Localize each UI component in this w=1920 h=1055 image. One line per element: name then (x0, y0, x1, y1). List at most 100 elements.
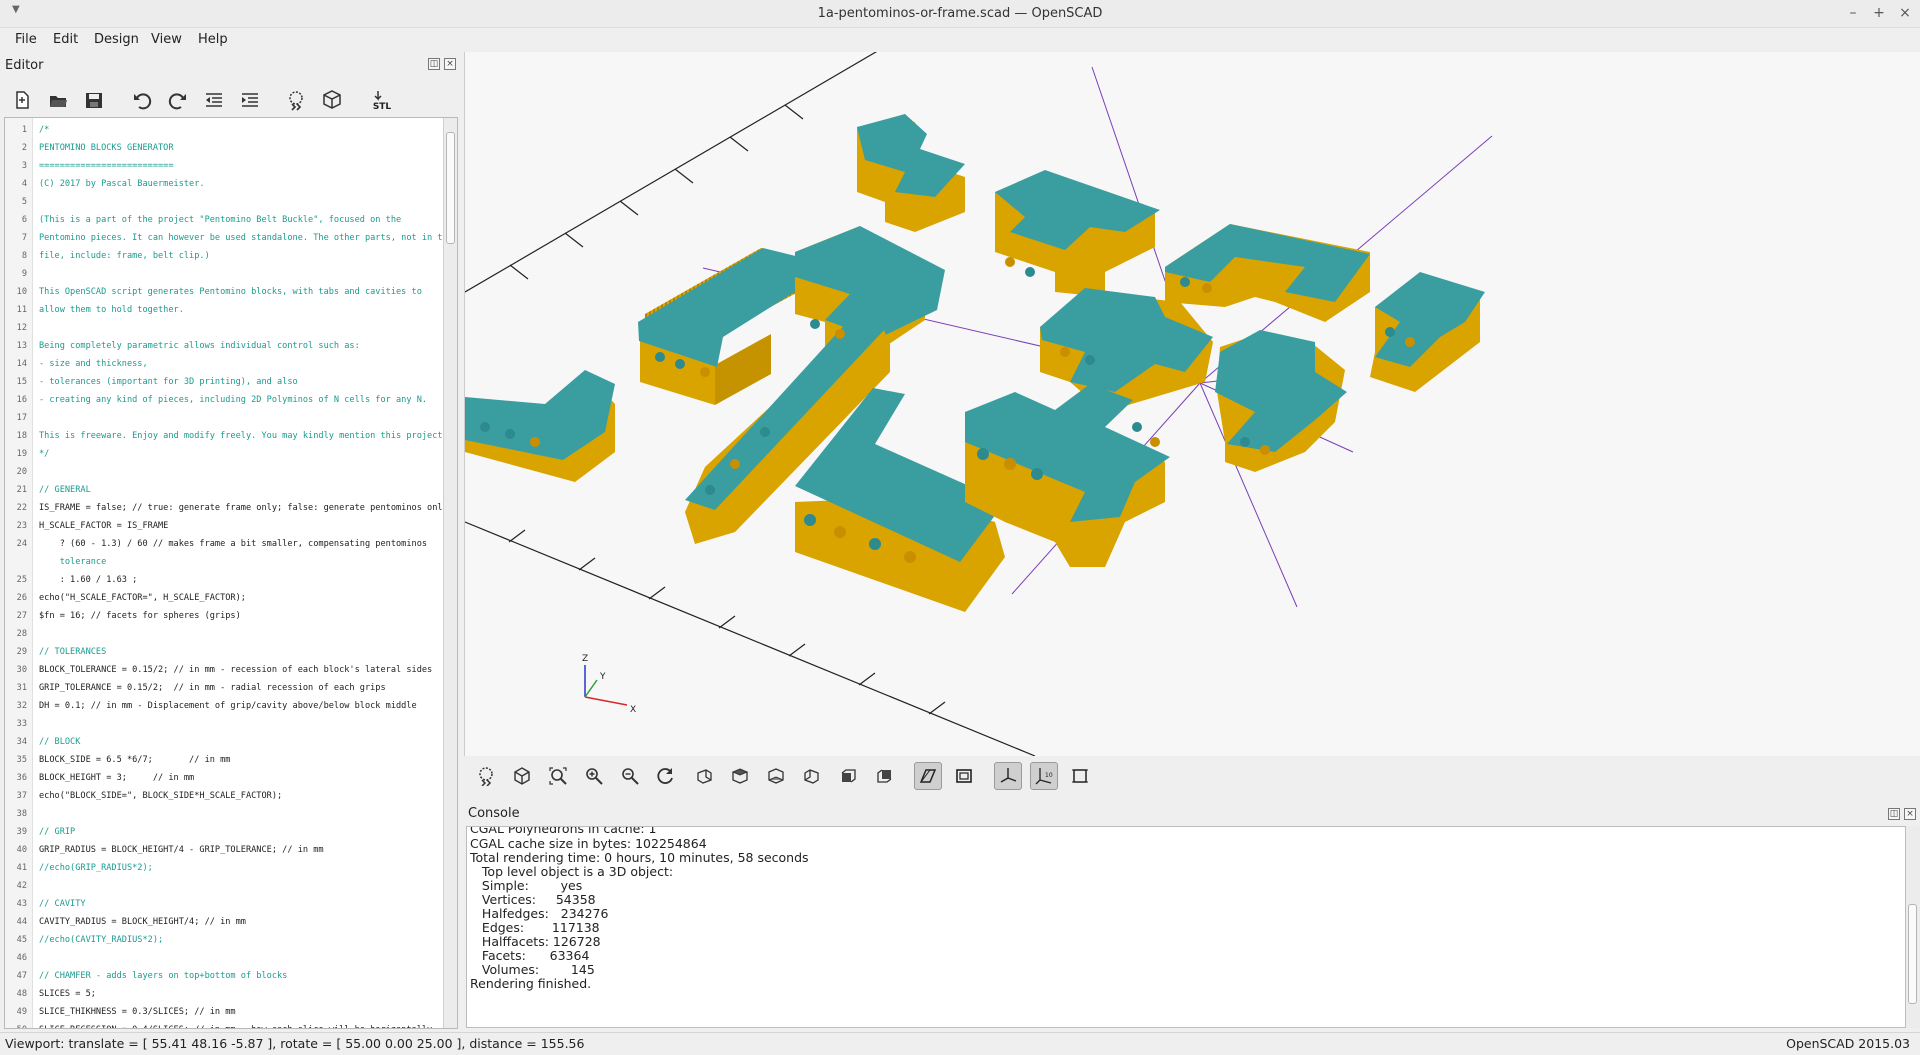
menu-view[interactable]: View (151, 32, 182, 47)
new-file-icon[interactable] (8, 86, 36, 114)
line-number: 15 (16, 377, 27, 387)
line-number: 22 (16, 503, 27, 513)
code-line: 42 (5, 877, 445, 895)
line-number: 28 (16, 629, 27, 639)
code-line: 34 // BLOCK (5, 733, 445, 751)
undo-icon[interactable] (128, 86, 156, 114)
menu-help[interactable]: Help (198, 32, 228, 47)
code-line: 18 This is freeware. Enjoy and modify fre… (5, 427, 448, 445)
code-text: // TOLERANCES (39, 647, 107, 657)
export-stl-icon[interactable]: STL (366, 86, 398, 114)
code-line: 12 (5, 319, 445, 337)
code-text: SLICE_RECESSION = 0.4/SLICES; // in mm -… (39, 1021, 432, 1028)
line-number: 33 (16, 719, 27, 729)
line-number: 48 (16, 989, 27, 999)
view-all-icon[interactable] (544, 762, 572, 790)
code-text: // GENERAL (39, 485, 91, 495)
code-editor[interactable]: 1 /* 2 PENTOMINO BLOCKS GENERATOR 3 =========… (4, 117, 458, 1029)
reset-view-icon[interactable] (652, 762, 680, 790)
maximize-button[interactable]: + (1870, 4, 1888, 22)
line-number: 44 (16, 917, 27, 927)
menu-design[interactable]: Design (94, 32, 139, 47)
view-right-icon[interactable] (690, 762, 718, 790)
orthogonal-icon[interactable] (950, 762, 978, 790)
render-icon[interactable] (318, 86, 346, 114)
float-console-button[interactable]: ◫ (1888, 808, 1900, 820)
pentomino-u (1165, 224, 1370, 322)
code-text: IS_FRAME = false; // true: generate fram… (39, 503, 448, 513)
console-scroll-thumb[interactable] (1908, 904, 1917, 1004)
view-back-icon[interactable] (870, 762, 898, 790)
close-editor-button[interactable]: × (444, 58, 456, 70)
console-output[interactable]: CGAL Polyhedrons in cache: 1 CGAL cache … (466, 826, 1906, 1028)
save-icon[interactable] (80, 86, 108, 114)
perspective-icon[interactable] (914, 762, 942, 790)
line-number: 1 (21, 125, 27, 135)
code-text: echo("BLOCK_SIDE=", BLOCK_SIDE*H_SCALE_F… (39, 791, 283, 801)
line-number: 39 (16, 827, 27, 837)
console-scrollbar[interactable] (1906, 826, 1920, 1028)
code-text: // CHAMFER - adds layers on top+bottom o… (39, 971, 288, 981)
code-text: GRIP_TOLERANCE = 0.15/2; // in mm - radi… (39, 683, 386, 693)
code-text: - tolerances (important for 3D printing)… (39, 377, 298, 387)
console-line: Top level object is a 3D object: (470, 864, 674, 879)
code-text: DH = 0.1; // in mm - Displacement of gri… (39, 701, 417, 711)
console-line: Simple: yes (470, 878, 583, 893)
float-editor-button[interactable]: ◫ (428, 58, 440, 70)
minimize-button[interactable]: – (1844, 4, 1862, 22)
line-number: 42 (16, 881, 27, 891)
code-text: H_SCALE_FACTOR = IS_FRAME (39, 521, 169, 531)
open-file-icon[interactable] (44, 86, 72, 114)
render-icon[interactable] (508, 762, 536, 790)
show-edges-icon[interactable] (1066, 762, 1094, 790)
unindent-icon[interactable] (200, 86, 228, 114)
editor-scroll-thumb[interactable] (446, 132, 455, 244)
zoom-in-icon[interactable] (580, 762, 608, 790)
code-line: 1 /* (5, 121, 445, 139)
code-line: 50 SLICE_RECESSION = 0.4/SLICES; // in mm… (5, 1021, 445, 1028)
code-line: 48 SLICES = 5; (5, 985, 445, 1003)
close-button[interactable]: × (1896, 4, 1914, 22)
code-text: allow them to hold together. (39, 305, 184, 315)
close-console-button[interactable]: × (1904, 808, 1916, 820)
line-number: 41 (16, 863, 27, 873)
zoom-out-icon[interactable] (616, 762, 644, 790)
view-top-icon[interactable] (726, 762, 754, 790)
svg-text:10: 10 (1045, 772, 1053, 779)
show-scale-icon[interactable]: 10 (1030, 762, 1058, 790)
code-text: BLOCK_SIDE = 6.5 *6/7; // in mm (39, 755, 231, 765)
code-line: 35 BLOCK_SIDE = 6.5 *6/7; // in mm (5, 751, 445, 769)
code-text: GRIP_RADIUS = BLOCK_HEIGHT/4 - GRIP_TOLE… (39, 845, 324, 855)
console-line: CGAL Polyhedrons in cache: 1 (470, 826, 657, 836)
redo-icon[interactable] (164, 86, 192, 114)
code-line: 46 (5, 949, 445, 967)
indent-icon[interactable] (236, 86, 264, 114)
menu-edit[interactable]: Edit (53, 32, 78, 47)
code-line: 22 IS_FRAME = false; // true: generate fr… (5, 499, 448, 517)
code-line: 14 - size and thickness, (5, 355, 445, 373)
code-line: 20 (5, 463, 445, 481)
view-left-icon[interactable] (798, 762, 826, 790)
code-text: //echo(GRIP_RADIUS*2); (39, 863, 153, 873)
line-number: 13 (16, 341, 27, 351)
console-line: Rendering finished. (470, 976, 592, 991)
menu-file[interactable]: File (15, 32, 37, 47)
view-bottom-icon[interactable] (762, 762, 790, 790)
preview-icon[interactable] (282, 86, 310, 114)
show-axes-icon[interactable] (994, 762, 1022, 790)
editor-title: Editor (5, 58, 44, 73)
code-text: tolerance (39, 557, 107, 567)
line-number: 10 (16, 287, 27, 297)
view-front-icon[interactable] (834, 762, 862, 790)
line-number: 20 (16, 467, 27, 477)
editor-scrollbar[interactable] (443, 118, 457, 1028)
code-text: : 1.60 / 1.63 ; (39, 575, 138, 585)
preview-icon[interactable] (472, 762, 500, 790)
svg-text:X: X (630, 705, 636, 715)
3d-viewport[interactable]: Z X Y (464, 52, 1920, 756)
code-line: 16 - creating any kind of pieces, includi… (5, 391, 445, 409)
code-text: // GRIP (39, 827, 76, 837)
title-bar: ▼ 1a-pentominos-or-frame.scad — OpenSCAD… (0, 0, 1920, 28)
code-text: BLOCK_HEIGHT = 3; // in mm (39, 773, 195, 783)
viewport-status: Viewport: translate = [ 55.41 48.16 -5.8… (5, 1036, 585, 1051)
